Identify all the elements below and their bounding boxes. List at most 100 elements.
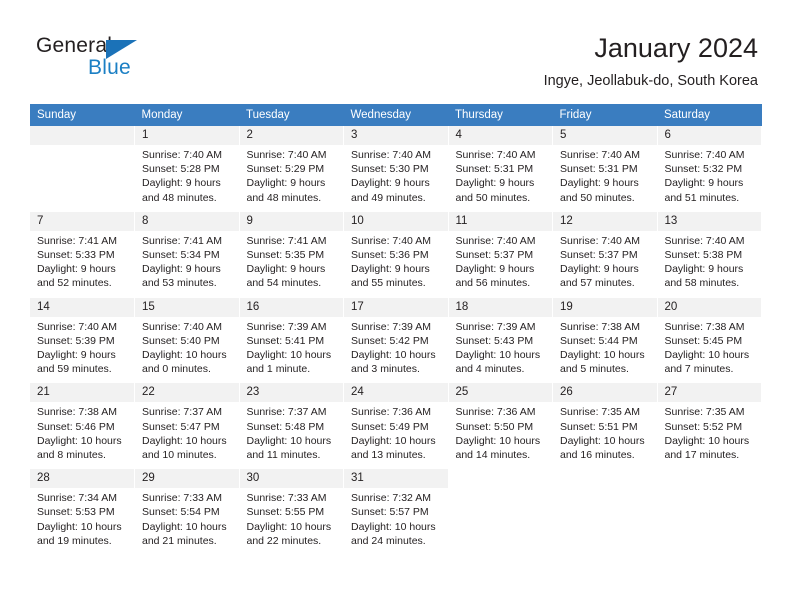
daylight-text: Daylight: 9 hours [351,263,430,276]
calendar-cell-day-21[interactable]: 21 Sunrise: 7:38 AM Sunset: 5:46 PM Dayligh… [30,383,135,464]
calendar-cell-day-6[interactable]: 6 Sunrise: 7:40 AM Sunset: 5:32 PM Daylight… [657,126,762,206]
day-number: 26 [553,383,657,403]
calendar-cell-inner: 7 Sunrise: 7:41 AM Sunset: 5:33 PM Daylight… [30,211,134,291]
day-number: 25 [448,383,552,403]
calendar-cell-day-23[interactable]: 23 Sunrise: 7:37 AM Sunset: 5:48 PM Dayligh… [239,383,344,464]
daylight-text: and 48 minutes. [246,191,322,204]
daylight-text: and 1 minute. [246,363,311,376]
day-number: 29 [135,469,239,489]
calendar-cell-day-9[interactable]: 9 Sunrise: 7:41 AM Sunset: 5:35 PM Daylight… [239,211,344,292]
calendar-cell-day-29[interactable]: 29 Sunrise: 7:33 AM Sunset: 5:54 PM Dayligh… [134,469,240,550]
calendar-cell-day-26[interactable]: 26 Sunrise: 7:35 AM Sunset: 5:51 PM Dayligh… [552,383,658,464]
calendar-cell-day-4[interactable]: 4 Sunrise: 7:40 AM Sunset: 5:31 PM Daylight… [448,126,553,206]
daylight-text: and 57 minutes. [560,277,635,290]
calendar-cell-inner: 9 Sunrise: 7:41 AM Sunset: 5:35 PM Daylight… [239,211,343,291]
calendar-cell-inner: 28 Sunrise: 7:34 AM Sunset: 5:53 PM Dayligh… [30,469,134,548]
calendar-cell-day-15[interactable]: 15 Sunrise: 7:40 AM Sunset: 5:40 PM Dayligh… [134,297,240,378]
daylight-text: Daylight: 9 hours [142,263,221,276]
sun-info: Sunrise: 7:40 AM Sunset: 5:28 PM Daylight:… [135,145,239,205]
calendar-cell-inner: 18 Sunrise: 7:39 AM Sunset: 5:43 PM Dayligh… [448,297,552,377]
calendar-cell-day-24[interactable]: 24 Sunrise: 7:36 AM Sunset: 5:49 PM Dayligh… [343,383,449,464]
sunset-text: Sunset: 5:51 PM [560,420,638,433]
sun-info: Sunrise: 7:40 AM Sunset: 5:37 PM Daylight:… [449,231,553,291]
calendar-cell-day-3[interactable]: 3 Sunrise: 7:40 AM Sunset: 5:30 PM Daylight… [343,126,449,206]
daylight-text: Daylight: 9 hours [246,263,326,276]
sunrise-text: Sunrise: 7:40 AM [560,234,640,247]
calendar-cell-day-1[interactable]: 1 Sunrise: 7:40 AM Sunset: 5:28 PM Daylight… [134,126,240,206]
calendar-cell-day-2[interactable]: 2 Sunrise: 7:40 AM Sunset: 5:29 PM Daylight… [239,126,344,206]
daylight-text: Daylight: 9 hours [37,349,116,362]
day-number: 1 [135,126,239,145]
sunset-text: Sunset: 5:47 PM [142,420,220,433]
day-number: 2 [239,126,343,145]
day-number: 11 [448,211,552,231]
daylight-text: and 54 minutes. [246,277,322,290]
daylight-text: Daylight: 9 hours [455,177,535,190]
calendar-cell-inner: 4 Sunrise: 7:40 AM Sunset: 5:31 PM Daylight… [448,126,552,205]
calendar-cell-day-28[interactable]: 28 Sunrise: 7:34 AM Sunset: 5:53 PM Dayligh… [30,469,135,550]
daylight-text: Daylight: 9 hours [664,177,744,190]
calendar-cell-day-5[interactable]: 5 Sunrise: 7:40 AM Sunset: 5:31 PM Daylight… [552,126,658,206]
day-number: 28 [30,469,134,489]
sunrise-text: Sunrise: 7:38 AM [560,320,640,333]
day-number: 24 [344,383,448,403]
calendar-cell-day-8[interactable]: 8 Sunrise: 7:41 AM Sunset: 5:34 PM Daylight… [134,211,240,292]
calendar-cell-day-18[interactable]: 18 Sunrise: 7:39 AM Sunset: 5:43 PM Dayligh… [448,297,553,378]
calendar-cell-inner: 16 Sunrise: 7:39 AM Sunset: 5:41 PM Dayligh… [239,297,344,377]
sunset-text: Sunset: 5:33 PM [37,249,115,262]
sun-info: Sunrise: 7:40 AM Sunset: 5:38 PM Daylight:… [658,231,762,291]
day-number [449,469,553,488]
day-number: 19 [553,297,657,317]
calendar-cell-day-7[interactable]: 7 Sunrise: 7:41 AM Sunset: 5:33 PM Daylight… [30,211,135,292]
brand-logo[interactable]: General Blue [36,34,236,86]
calendar-cell-inner: 21 Sunrise: 7:38 AM Sunset: 5:46 PM Dayligh… [30,383,134,462]
weekday-header-saturday: Saturday [657,104,762,126]
calendar-week-row: 14 Sunrise: 7:40 AM Sunset: 5:39 PM Dayligh… [30,297,762,378]
sunset-text: Sunset: 5:37 PM [560,249,638,262]
sunrise-text: Sunrise: 7:40 AM [455,149,536,161]
calendar-cell-day-31[interactable]: 31 Sunrise: 7:32 AM Sunset: 5:57 PM Dayligh… [343,469,449,550]
daylight-text: and 5 minutes. [560,363,629,376]
calendar-cell-day-22[interactable]: 22 Sunrise: 7:37 AM Sunset: 5:47 PM Dayligh… [134,383,240,464]
sunrise-text: Sunrise: 7:35 AM [664,406,745,419]
daylight-text: Daylight: 9 hours [246,177,326,190]
sunrise-text: Sunrise: 7:35 AM [560,406,640,419]
daylight-text: and 21 minutes. [142,534,217,547]
calendar-cell-day-25[interactable]: 25 Sunrise: 7:36 AM Sunset: 5:50 PM Dayligh… [448,383,553,464]
calendar-cell-inner: 24 Sunrise: 7:36 AM Sunset: 5:49 PM Dayligh… [344,383,448,462]
calendar-cell-day-30[interactable]: 30 Sunrise: 7:33 AM Sunset: 5:55 PM Dayligh… [239,469,344,550]
calendar-page: General Blue January 2024 Ingye, Jeollab… [0,0,792,612]
sunrise-text: Sunrise: 7:38 AM [664,320,745,333]
weekday-header-friday: Friday [552,104,657,126]
daylight-text: Daylight: 10 hours [455,349,541,362]
calendar-cell-day-19[interactable]: 19 Sunrise: 7:38 AM Sunset: 5:44 PM Dayligh… [552,297,658,378]
daylight-text: and 49 minutes. [351,191,426,204]
calendar-cell-day-11[interactable]: 11 Sunrise: 7:40 AM Sunset: 5:37 PM Dayligh… [448,211,553,292]
day-number [553,469,657,488]
calendar-cell-day-12[interactable]: 12 Sunrise: 7:40 AM Sunset: 5:37 PM Dayligh… [552,211,658,292]
daylight-text: and 24 minutes. [351,534,426,547]
daylight-text: Daylight: 9 hours [560,177,639,190]
sun-info: Sunrise: 7:37 AM Sunset: 5:48 PM Daylight:… [240,402,344,462]
day-number [30,126,134,145]
calendar-cell-day-20[interactable]: 20 Sunrise: 7:38 AM Sunset: 5:45 PM Dayligh… [657,297,762,378]
sunrise-text: Sunrise: 7:39 AM [351,320,431,333]
calendar-cell-day-13[interactable]: 13 Sunrise: 7:40 AM Sunset: 5:38 PM Dayligh… [657,211,762,292]
sunset-text: Sunset: 5:49 PM [351,420,429,433]
daylight-text: and 59 minutes. [37,363,112,376]
day-number: 7 [30,211,134,231]
calendar-cell-day-10[interactable]: 10 Sunrise: 7:40 AM Sunset: 5:36 PM Dayligh… [343,211,449,292]
calendar-cell-day-27[interactable]: 27 Sunrise: 7:35 AM Sunset: 5:52 PM Dayligh… [657,383,762,464]
daylight-text: Daylight: 9 hours [455,263,535,276]
calendar-cell-day-17[interactable]: 17 Sunrise: 7:39 AM Sunset: 5:42 PM Dayligh… [343,297,449,378]
daylight-text: and 4 minutes. [455,363,525,376]
sun-info: Sunrise: 7:39 AM Sunset: 5:41 PM Daylight:… [240,317,344,377]
calendar-cell-inner [30,126,134,205]
brand-name-blue: Blue [88,56,131,79]
sun-info: Sunrise: 7:35 AM Sunset: 5:51 PM Daylight:… [553,402,657,462]
sun-info: Sunrise: 7:40 AM Sunset: 5:39 PM Daylight:… [30,317,134,377]
calendar-cell-day-14[interactable]: 14 Sunrise: 7:40 AM Sunset: 5:39 PM Dayligh… [30,297,135,378]
daylight-text: and 0 minutes. [142,363,211,376]
calendar-cell-day-16[interactable]: 16 Sunrise: 7:39 AM Sunset: 5:41 PM Dayligh… [239,297,344,378]
daylight-text: and 7 minutes. [664,363,734,376]
